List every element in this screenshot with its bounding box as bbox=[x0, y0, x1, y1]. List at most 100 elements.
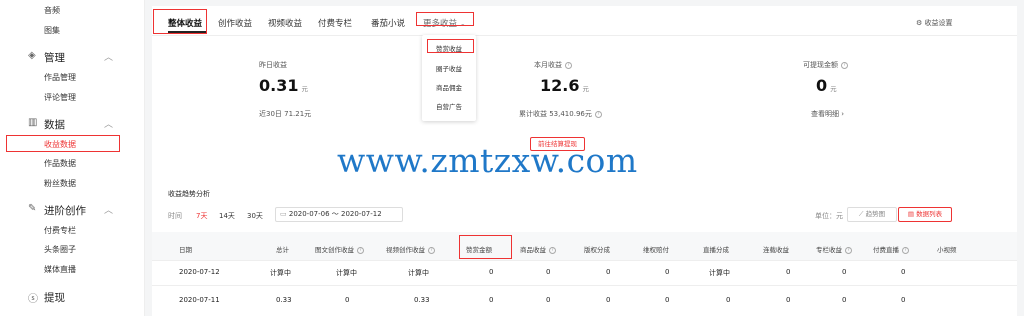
tab-video[interactable]: 视频收益 bbox=[268, 17, 302, 29]
cell-column: 0 bbox=[842, 268, 847, 276]
cell-column: 0 bbox=[842, 296, 847, 304]
cell-live-share: 0 bbox=[726, 296, 731, 304]
bar-chart-icon: ▥ bbox=[28, 117, 38, 128]
tab-paid-column[interactable]: 付费专栏 bbox=[318, 17, 352, 29]
tab-active-indicator bbox=[168, 31, 206, 33]
cell-article: 计算中 bbox=[336, 269, 357, 277]
total-revenue: 累计收益 53,410.96元? bbox=[519, 109, 602, 119]
cell-live-share: 计算中 bbox=[709, 269, 730, 277]
highlight-box bbox=[459, 235, 512, 259]
cell-article: 0 bbox=[345, 296, 350, 304]
toggle-label: 数据列表 bbox=[916, 210, 943, 218]
range-7-days[interactable]: 7天 bbox=[196, 211, 207, 221]
header-text: 专栏收益 bbox=[816, 246, 842, 254]
help-icon[interactable]: ? bbox=[902, 246, 909, 254]
dropdown-item-ads[interactable]: 自营广告 bbox=[422, 101, 476, 111]
cell-tips: 0 bbox=[489, 296, 494, 304]
highlight-box bbox=[6, 135, 120, 152]
help-icon[interactable]: ? bbox=[549, 246, 556, 254]
cell-tips: 0 bbox=[489, 268, 494, 276]
date-range-text: 2020-07-06 ～ 2020-07-12 bbox=[288, 210, 382, 218]
cell-date: 2020-07-11 bbox=[179, 296, 220, 304]
value-number: 12.6 bbox=[540, 76, 580, 95]
month-revenue-label: 本月收益? bbox=[534, 60, 572, 70]
coin-icon: ⓢ bbox=[28, 294, 38, 305]
view-details-link[interactable]: 查看明细 › bbox=[811, 109, 844, 119]
header-paid-live: 付费直播? bbox=[873, 244, 909, 254]
help-icon[interactable]: ? bbox=[428, 246, 435, 254]
cell-copyright: 0 bbox=[606, 296, 611, 304]
header-goods: 商品收益? bbox=[520, 244, 556, 254]
cell-video: 0.33 bbox=[414, 296, 430, 304]
header-live-share: 直播分成 bbox=[703, 246, 729, 254]
sidebar-group-advanced[interactable]: ✎ 进阶创作 ︿ bbox=[0, 203, 145, 217]
dropdown-item-circle[interactable]: 圈子收益 bbox=[422, 63, 476, 73]
help-icon[interactable]: ? bbox=[594, 110, 602, 118]
sidebar-item-live[interactable]: 媒体直播 bbox=[0, 264, 145, 275]
sidebar-item-audio[interactable]: 音频 bbox=[0, 5, 145, 16]
tabs-divider bbox=[152, 35, 1017, 36]
help-icon[interactable]: ? bbox=[565, 61, 572, 69]
highlight-box bbox=[427, 39, 474, 53]
sidebar-item-works-data[interactable]: 作品数据 bbox=[0, 158, 145, 169]
data-list-toggle[interactable]: ▤ 数据列表 bbox=[898, 207, 952, 222]
gear-icon: ⚙ bbox=[916, 19, 923, 27]
header-video: 视频创作收益? bbox=[386, 244, 435, 254]
range-14-days[interactable]: 14天 bbox=[219, 211, 235, 221]
tab-novel[interactable]: 番茄小说 bbox=[371, 17, 405, 29]
sidebar-item-fans-data[interactable]: 粉丝数据 bbox=[0, 178, 145, 189]
help-icon[interactable]: ? bbox=[841, 61, 848, 69]
help-icon[interactable]: ? bbox=[357, 246, 364, 254]
sidebar-group-label: 提现 bbox=[44, 292, 65, 304]
date-range-picker[interactable]: ▭ 2020-07-06 ～ 2020-07-12 bbox=[275, 207, 403, 222]
total-text: 累计收益 53,410.96元 bbox=[519, 110, 592, 118]
header-text: 视频创作收益 bbox=[386, 246, 425, 254]
cell-goods: 0 bbox=[546, 268, 551, 276]
sidebar-group-label: 进阶创作 bbox=[44, 205, 86, 217]
header-text: 图文创作收益 bbox=[315, 246, 354, 254]
withdrawable-value: 0元 bbox=[816, 76, 837, 95]
revenue-settings-button[interactable]: ⚙ 收益设置 bbox=[916, 18, 953, 28]
sidebar-item-gallery[interactable]: 图集 bbox=[0, 25, 145, 36]
yesterday-revenue-label: 昨日收益 bbox=[259, 61, 287, 69]
sidebar-item-circle[interactable]: 头条圈子 bbox=[0, 244, 145, 255]
cell-copyright: 0 bbox=[606, 268, 611, 276]
cell-paid-live: 0 bbox=[901, 268, 906, 276]
dropdown-item-commission[interactable]: 商品佣金 bbox=[422, 82, 476, 92]
label-text: 本月收益 bbox=[534, 61, 562, 69]
sidebar-group-manage[interactable]: ◈ 管理 ︿ bbox=[0, 50, 145, 64]
sidebar: 音频 图集 ◈ 管理 ︿ 作品管理 评论管理 ▥ 数据 ︿ 收益数据 作品数据 … bbox=[0, 0, 145, 316]
cell-serial: 0 bbox=[786, 296, 791, 304]
range-30-days[interactable]: 30天 bbox=[247, 211, 263, 221]
sidebar-group-label: 管理 bbox=[44, 52, 65, 64]
unit-label: 元 bbox=[830, 85, 837, 93]
sidebar-item-comments[interactable]: 评论管理 bbox=[0, 92, 145, 103]
last-30-days-revenue: 近30日 71.21元 bbox=[259, 110, 312, 118]
cell-total: 计算中 bbox=[270, 269, 291, 277]
edit-icon: ✎ bbox=[28, 203, 37, 214]
trend-chart-toggle[interactable]: ⟋ 趋势图 bbox=[847, 207, 897, 222]
cell-rights: 0 bbox=[665, 268, 670, 276]
list-icon: ▤ bbox=[907, 210, 915, 218]
cell-video: 计算中 bbox=[408, 269, 429, 277]
sidebar-item-paid-column[interactable]: 付费专栏 bbox=[0, 225, 145, 236]
withdrawable-label: 可提现金额? bbox=[803, 60, 848, 70]
help-icon[interactable]: ? bbox=[845, 246, 852, 254]
unit-label: 单位：元 bbox=[815, 212, 843, 220]
toggle-label: 趋势图 bbox=[865, 210, 886, 218]
calendar-icon: ▭ bbox=[280, 210, 287, 218]
header-serial: 连载收益 bbox=[763, 246, 789, 254]
sidebar-item-works-manage[interactable]: 作品管理 bbox=[0, 72, 145, 83]
sidebar-group-data[interactable]: ▥ 数据 ︿ bbox=[0, 117, 145, 131]
cell-date: 2020-07-12 bbox=[179, 268, 220, 276]
tab-creation[interactable]: 创作收益 bbox=[218, 17, 252, 29]
month-revenue-value: 12.6 元 bbox=[540, 76, 589, 95]
time-label: 时间 bbox=[168, 212, 182, 220]
revenue-settings-label: 收益设置 bbox=[924, 19, 953, 27]
chevron-up-icon: ︿ bbox=[104, 120, 114, 130]
header-short-video: 小视频 bbox=[937, 246, 957, 254]
cell-rights: 0 bbox=[665, 296, 670, 304]
value-number: 0.31 bbox=[259, 76, 299, 95]
row-divider bbox=[152, 285, 1017, 286]
sidebar-group-withdraw[interactable]: ⓢ 提现 bbox=[0, 290, 145, 305]
